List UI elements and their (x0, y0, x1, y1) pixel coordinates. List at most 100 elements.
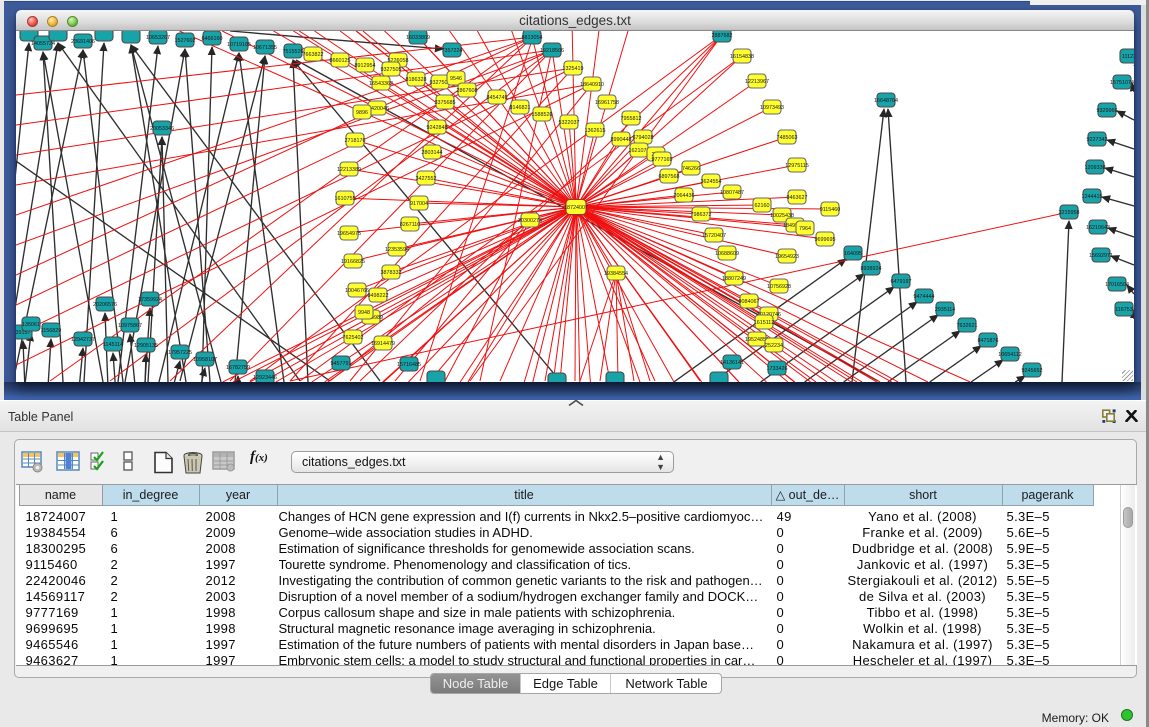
svg-text:20300273: 20300273 (518, 218, 542, 224)
svg-text:19166825: 19166825 (341, 259, 365, 265)
svg-text:1733426: 1733426 (767, 366, 788, 372)
svg-text:3624554: 3624554 (701, 179, 722, 185)
svg-text:7515526: 7515526 (283, 49, 304, 55)
svg-text:14136141: 14136141 (720, 360, 744, 366)
svg-text:19384554: 19384554 (604, 271, 628, 277)
svg-text:1615112: 1615112 (754, 320, 775, 326)
svg-text:14055724: 14055724 (31, 41, 55, 47)
svg-text:116753: 116753 (1115, 307, 1133, 313)
svg-text:16033809: 16033809 (406, 35, 430, 41)
svg-text:11123: 11123 (1122, 54, 1134, 60)
svg-text:6794028: 6794028 (633, 135, 654, 141)
svg-text:16914479: 16914479 (371, 341, 395, 347)
svg-text:135061: 135061 (22, 322, 40, 328)
svg-text:6479197: 6479197 (891, 279, 912, 285)
svg-text:1527602: 1527602 (175, 38, 196, 44)
svg-text:9546: 9546 (450, 76, 462, 82)
svg-text:16961758: 16961758 (595, 100, 619, 106)
svg-text:9699695: 9699695 (815, 237, 836, 243)
svg-text:16210643: 16210643 (1086, 225, 1110, 231)
svg-text:8660125: 8660125 (330, 58, 351, 64)
svg-text:7632621: 7632621 (957, 323, 978, 329)
svg-text:17016504: 17016504 (1105, 282, 1129, 288)
svg-text:7625402: 7625402 (343, 335, 364, 341)
svg-text:7485063: 7485063 (777, 135, 798, 141)
svg-text:19654975: 19654975 (337, 231, 361, 237)
svg-text:18724007: 18724007 (564, 205, 588, 211)
svg-text:10653267: 10653267 (146, 35, 170, 41)
svg-text:16648764: 16648764 (874, 98, 898, 104)
svg-text:8186328: 8186328 (406, 77, 427, 83)
svg-text:1610755: 1610755 (335, 196, 356, 202)
svg-text:1362615: 1362615 (585, 128, 606, 134)
svg-text:164095: 164095 (844, 251, 862, 257)
svg-text:10756928: 10756928 (767, 284, 791, 290)
svg-text:3878332: 3878332 (381, 270, 402, 276)
svg-text:917004: 917004 (410, 201, 428, 207)
svg-text:15720407: 15720407 (702, 233, 726, 239)
svg-text:9084067: 9084067 (739, 299, 760, 305)
svg-text:20206576: 20206576 (93, 302, 117, 308)
svg-text:9329966: 9329966 (1097, 108, 1118, 114)
svg-text:9896: 9896 (356, 110, 368, 116)
svg-text:12213389: 12213389 (337, 167, 361, 173)
svg-text:18807249: 18807249 (722, 276, 746, 282)
svg-text:10654112: 10654112 (998, 352, 1022, 358)
svg-text:1244415: 1244415 (1082, 194, 1103, 200)
svg-text:10975867: 10975867 (118, 323, 142, 329)
svg-text:10973493: 10973493 (760, 105, 784, 111)
svg-text:8938924: 8938924 (861, 266, 882, 272)
svg-text:23691406: 23691406 (71, 39, 95, 45)
svg-text:9242848: 9242848 (427, 125, 448, 131)
svg-text:9146821: 9146821 (510, 105, 531, 111)
svg-text:9463627: 9463627 (787, 195, 808, 201)
svg-text:8912954: 8912954 (355, 63, 376, 69)
svg-text:1621072: 1621072 (629, 148, 650, 154)
svg-text:7964: 7964 (799, 226, 811, 232)
svg-text:252234: 252234 (765, 343, 783, 349)
svg-text:9474444: 9474444 (914, 294, 935, 300)
svg-text:16782759: 16782759 (226, 365, 250, 371)
svg-text:8267110: 8267110 (400, 222, 421, 228)
svg-text:9115460: 9115460 (820, 207, 841, 213)
svg-text:18640910: 18640910 (580, 82, 604, 88)
svg-text:15716485: 15716485 (397, 362, 421, 368)
svg-text:10719185: 10719185 (227, 42, 251, 48)
svg-text:15751074: 15751074 (1110, 80, 1134, 86)
svg-text:15692971: 15692971 (1089, 253, 1113, 259)
svg-text:10688609: 10688609 (715, 251, 739, 257)
svg-text:6897568: 6897568 (659, 174, 680, 180)
svg-text:5322037: 5322037 (559, 120, 580, 126)
svg-text:1145114: 1145114 (103, 342, 123, 348)
svg-text:12923446: 12923446 (253, 375, 277, 381)
svg-text:2867608: 2867608 (457, 88, 478, 94)
svg-text:10807487: 10807487 (720, 190, 744, 196)
svg-text:8813054: 8813054 (522, 35, 543, 41)
svg-text:1156829: 1156829 (41, 328, 62, 334)
svg-text:10958107: 10958107 (193, 357, 217, 363)
svg-text:9948: 9948 (358, 310, 370, 316)
svg-text:6466160: 6466160 (202, 36, 223, 42)
svg-text:20053346: 20053346 (150, 126, 174, 132)
svg-text:7663822: 7663822 (303, 52, 324, 58)
svg-text:3215958: 3215958 (1059, 210, 1080, 216)
svg-text:1209338: 1209338 (1085, 165, 1106, 171)
svg-text:8990448: 8990448 (611, 137, 632, 143)
svg-text:7986372: 7986372 (691, 212, 712, 218)
svg-text:10046766: 10046766 (345, 288, 369, 294)
svg-text:12942737: 12942737 (71, 337, 95, 343)
svg-text:10671355: 10671355 (253, 45, 277, 51)
svg-text:8471876: 8471876 (978, 338, 999, 344)
svg-text:7955812: 7955812 (621, 116, 642, 122)
svg-text:12905135: 12905135 (134, 343, 158, 349)
svg-text:1588520: 1588520 (532, 112, 553, 118)
svg-text:62160: 62160 (755, 203, 770, 209)
svg-text:2887682: 2887682 (712, 33, 733, 39)
svg-text:746266: 746266 (682, 166, 700, 172)
svg-text:12213967: 12213967 (745, 79, 769, 85)
svg-text:16154838: 16154838 (730, 54, 754, 60)
svg-text:2803144: 2803144 (422, 150, 443, 156)
svg-text:12975115: 12975115 (785, 163, 809, 169)
svg-text:9245652: 9245652 (1022, 368, 1043, 374)
svg-text:2935114: 2935114 (935, 307, 956, 313)
